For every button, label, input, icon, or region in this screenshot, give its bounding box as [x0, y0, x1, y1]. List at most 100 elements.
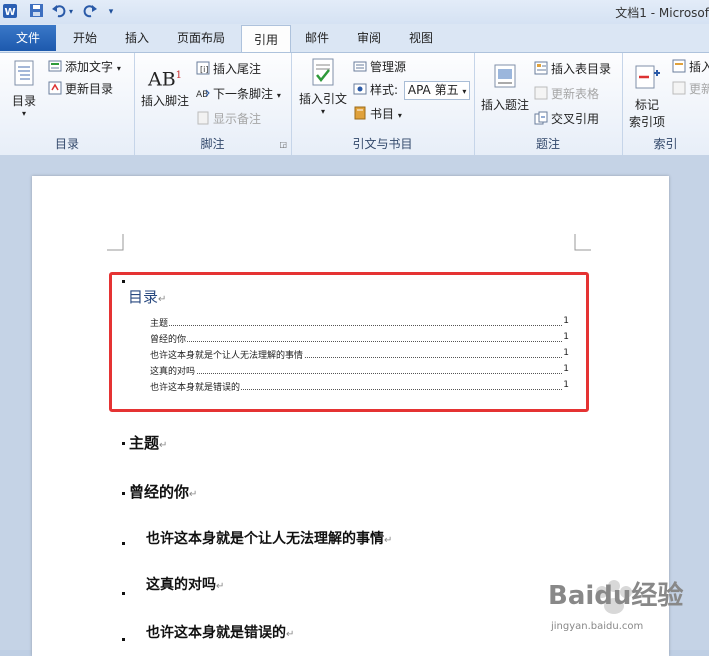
add-text-icon [48, 59, 62, 73]
manage-sources-icon [353, 59, 367, 73]
insert-footnote-label: 插入脚注 [140, 94, 189, 108]
update-table-button[interactable]: 更新表格 [534, 84, 599, 104]
paragraph-mark: ↵ [384, 535, 393, 546]
tab-page-layout[interactable]: 页面布局 [166, 24, 236, 52]
heading-text: 也许这本身就是个让人无法理解的事情 [146, 531, 384, 547]
show-notes-button[interactable]: 显示备注 [196, 109, 261, 129]
save-icon[interactable] [28, 3, 44, 21]
toc-entry-page: 1 [563, 332, 569, 342]
toc-icon [9, 59, 39, 89]
bibliography-label: 书目 [370, 107, 395, 121]
next-footnote-button[interactable]: AB 下一条脚注 ▾ [196, 84, 281, 104]
group-footnotes: AB1 插入脚注 [i] 插入尾注 AB 下一条脚注 ▾ 显示备注 ◲ 脚注 [134, 53, 292, 155]
dropdown-icon[interactable]: ▾ [67, 3, 75, 21]
toc-entry-text: 也许这本身就是个让人无法理解的事情 [150, 348, 305, 361]
heading-text: 这真的对吗 [146, 577, 216, 593]
heading-1[interactable]: 曾经的你↵ [129, 481, 197, 502]
heading-bullet [122, 592, 125, 595]
insert-table-of-figures-button[interactable]: 插入表目录 [534, 59, 611, 79]
style-value: APA 第五 [407, 83, 459, 97]
toc-entry-page: 1 [563, 316, 569, 326]
group-toc-label: 目录 [54, 137, 79, 151]
margin-corner-top-left [107, 234, 124, 251]
watermark-brand: Baidu经验 [548, 581, 684, 611]
bibliography-icon [353, 106, 367, 120]
heading-text: 曾经的你 [129, 483, 190, 501]
insert-index-button[interactable]: 插入 [672, 57, 709, 77]
undo-icon[interactable] [50, 3, 66, 21]
style-selector[interactable]: 样式: APA 第五 ▾ [353, 80, 471, 100]
mark-entry-icon [632, 63, 662, 93]
insert-index-label: 插入 [689, 60, 709, 74]
svg-text:W: W [4, 7, 15, 18]
next-footnote-icon: AB [196, 86, 210, 100]
toc-entry[interactable]: 主题 1 [150, 316, 572, 330]
insert-caption-button[interactable]: 插入题注 [478, 63, 532, 113]
update-index-button[interactable]: 更新 [672, 79, 709, 99]
group-index-label: 索引 [653, 137, 678, 151]
toc-entry[interactable]: 曾经的你 1 [150, 332, 572, 346]
tab-insert[interactable]: 插入 [114, 24, 160, 52]
toc-dropdown-icon: ▾ [21, 109, 26, 118]
tab-references[interactable]: 引用 [241, 25, 291, 53]
endnote-icon: [i] [196, 61, 210, 75]
group-index: 标记 索引项 插入 更新 索引 [622, 53, 709, 155]
update-table-label: 更新表格 [551, 87, 600, 101]
insert-footnote-button[interactable]: AB1 插入脚注 [140, 63, 190, 109]
customize-icon[interactable]: ▾ [106, 3, 116, 21]
heading-bullet [122, 542, 125, 545]
toc-bullet [122, 280, 125, 283]
tab-view[interactable]: 视图 [398, 24, 444, 52]
manage-sources-label: 管理源 [370, 60, 407, 74]
heading-2[interactable]: 这真的对吗↵ [146, 574, 224, 594]
heading-bullet [122, 492, 125, 495]
word-app-icon[interactable]: W [2, 3, 18, 21]
mark-entry-button[interactable]: 标记 索引项 [624, 63, 670, 130]
tab-mailings[interactable]: 邮件 [294, 24, 340, 52]
heading-1[interactable]: 主题↵ [129, 432, 167, 453]
watermark-url: jingyan.baidu.com [551, 621, 644, 632]
toc-entry[interactable]: 这真的对吗 1 [150, 364, 572, 378]
mark-entry-label-2: 索引项 [628, 115, 665, 129]
heading-2[interactable]: 也许这本身就是个让人无法理解的事情↵ [146, 528, 392, 548]
cross-reference-button[interactable]: 交叉引用 [534, 109, 599, 129]
redo-icon[interactable] [82, 3, 98, 21]
add-text-button[interactable]: 添加文字 ▾ [48, 57, 121, 77]
heading-2[interactable]: 也许这本身就是错误的↵ [146, 622, 294, 642]
paragraph-mark: ↵ [159, 440, 168, 451]
tab-file[interactable]: 文件 [0, 25, 56, 51]
update-index-label: 更新 [689, 82, 709, 96]
style-dropdown[interactable]: APA 第五 ▾ [403, 81, 471, 100]
footnote-icon: AB1 [147, 68, 183, 91]
toc-entry[interactable]: 也许这本身就是错误的 1 [150, 380, 572, 394]
update-table-icon [534, 86, 548, 100]
tab-review[interactable]: 审阅 [346, 24, 392, 52]
heading-text: 也许这本身就是错误的 [146, 625, 286, 641]
update-toc-button[interactable]: 更新目录 [48, 79, 113, 99]
insert-index-icon [672, 59, 686, 73]
cross-reference-label: 交叉引用 [551, 112, 600, 126]
toc-entry[interactable]: 也许这本身就是个让人无法理解的事情 1 [150, 348, 572, 362]
toc-entry-page: 1 [563, 364, 569, 374]
insert-citation-dropdown-icon: ▾ [320, 107, 325, 116]
update-toc-label: 更新目录 [65, 82, 114, 96]
manage-sources-button[interactable]: 管理源 [353, 57, 406, 77]
table-of-figures-icon [534, 61, 548, 75]
show-notes-label: 显示备注 [213, 112, 262, 126]
insert-endnote-button[interactable]: [i] 插入尾注 [196, 59, 261, 79]
toc-entry-text: 这真的对吗 [150, 364, 197, 377]
mark-entry-label-1: 标记 [634, 98, 659, 112]
ribbon: 目录 ▾ 添加文字 ▾ 更新目录 目录 AB1 插入脚注 [i] 插入尾注 AB 下… [0, 52, 709, 156]
insert-caption-label: 插入题注 [480, 98, 529, 112]
svg-text:[i]: [i] [200, 65, 208, 74]
tab-home[interactable]: 开始 [62, 24, 108, 52]
update-index-icon [672, 81, 686, 95]
style-label: 样式: [370, 83, 399, 97]
margin-corner-top-right [574, 234, 591, 251]
toc-entry-text: 也许这本身就是错误的 [150, 380, 242, 393]
toc-button-label: 目录 [11, 94, 36, 108]
bibliography-button[interactable]: 书目 ▾ [353, 104, 402, 124]
paragraph-mark: ↵ [189, 489, 198, 500]
insert-citation-button[interactable]: 插入引文 ▾ [295, 57, 351, 116]
toc-button[interactable]: 目录 ▾ [4, 59, 44, 118]
